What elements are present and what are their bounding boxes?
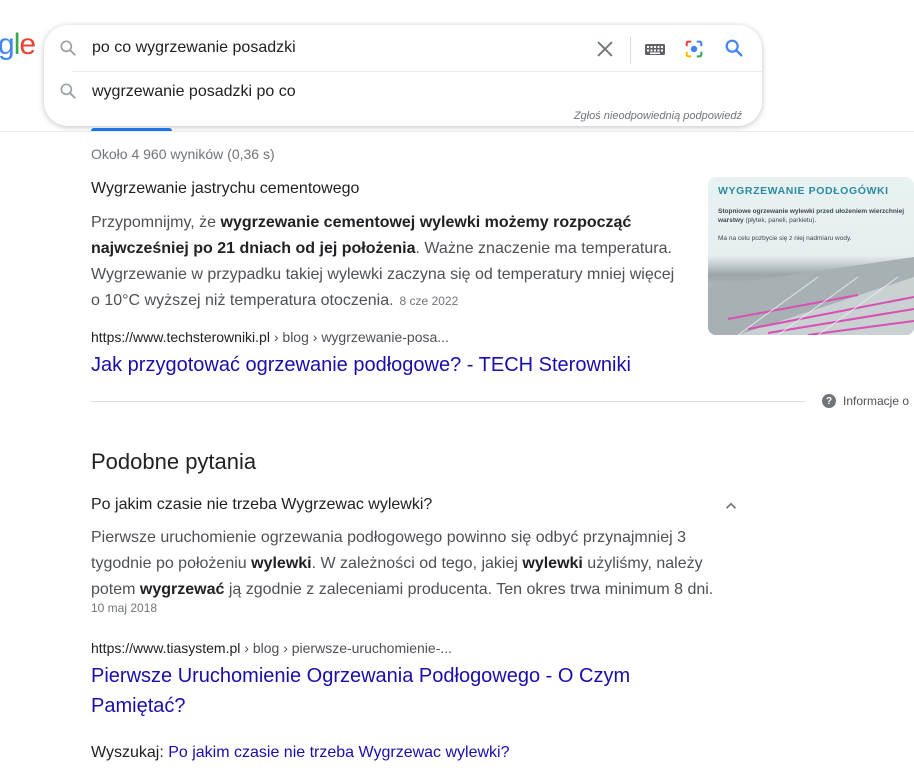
suggestion-divider: [72, 71, 762, 72]
camera-icon[interactable]: [683, 38, 705, 60]
search-icon: [60, 40, 76, 56]
search-box-divider: [630, 36, 631, 64]
report-suggestion-link[interactable]: Zgłoś nieodpowiednią podpowiedź: [574, 110, 742, 122]
suggestion-search-icon: [60, 83, 76, 99]
result-cite: https://www.techsterowniki.pl › blog › w…: [91, 329, 449, 345]
thumbnail-text: Stopniowe ogrzewanie wylewki przed ułoże…: [718, 208, 905, 224]
search-for-link[interactable]: Po jakim czasie nie trzeba Wygrzewac wyl…: [168, 744, 509, 761]
search-input[interactable]: po co wygrzewanie posadzki: [92, 39, 296, 57]
floor-heating-illustration: [708, 257, 914, 335]
info-icon: ?: [822, 394, 836, 408]
paa-answer-date: 10 maj 2018: [91, 601, 158, 615]
thumbnail-title: WYGRZEWANIE PODŁOGÓWKI: [718, 185, 889, 197]
suggestion-item[interactable]: wygrzewanie posadzki po co: [92, 83, 296, 101]
result-link[interactable]: Jak przygotować ogrzewanie podłogowe? - …: [91, 350, 631, 380]
google-logo-fragment[interactable]: gle: [0, 28, 36, 62]
paa-heading: Podobne pytania: [91, 449, 257, 474]
snippet-text: Przypomnijmy, że wygrzewanie cementowej …: [91, 214, 675, 309]
result-stats: Około 4 960 wyników (0,36 s): [91, 146, 275, 162]
search-submit-icon[interactable]: [723, 37, 745, 59]
paa-cite: https://www.tiasystem.pl › blog › pierws…: [91, 640, 453, 656]
about-snippet-link[interactable]: ? Informacje o: [822, 394, 909, 408]
paa-answer: Pierwsze uruchomienie ogrzewania podłogo…: [91, 529, 714, 598]
result-divider: [91, 401, 805, 402]
chevron-up-icon[interactable]: [722, 497, 740, 515]
search-for-row: Wyszukaj: Po jakim czasie nie trzeba Wyg…: [91, 744, 510, 761]
header-divider: [0, 131, 914, 132]
snippet-date: 8 cze 2022: [399, 294, 459, 308]
paa-result-link[interactable]: Pierwsze Uruchomienie Ogrzewania Podłogo…: [91, 661, 691, 721]
snippet-title: Wygrzewanie jastrychu cementowego: [91, 180, 360, 197]
paa-question[interactable]: Po jakim czasie nie trzeba Wygrzewac wyl…: [91, 496, 432, 514]
clear-icon[interactable]: [594, 38, 616, 60]
keyboard-icon[interactable]: [644, 40, 666, 58]
snippet-thumbnail[interactable]: WYGRZEWANIE PODŁOGÓWKI Stopniowe ogrzewa…: [708, 177, 914, 335]
thumbnail-text-2: Ma na celu pozbycie się z niej nadmiaru …: [718, 235, 852, 242]
